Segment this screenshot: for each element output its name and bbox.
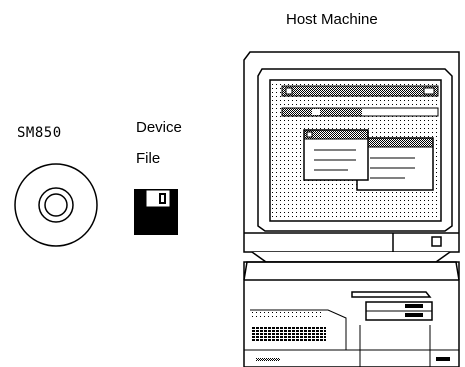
floppy-disk-icon (134, 189, 178, 235)
desktop-computer-icon (243, 51, 460, 367)
diagram-canvas (14, 51, 460, 367)
cd-disc-icon (14, 163, 98, 247)
